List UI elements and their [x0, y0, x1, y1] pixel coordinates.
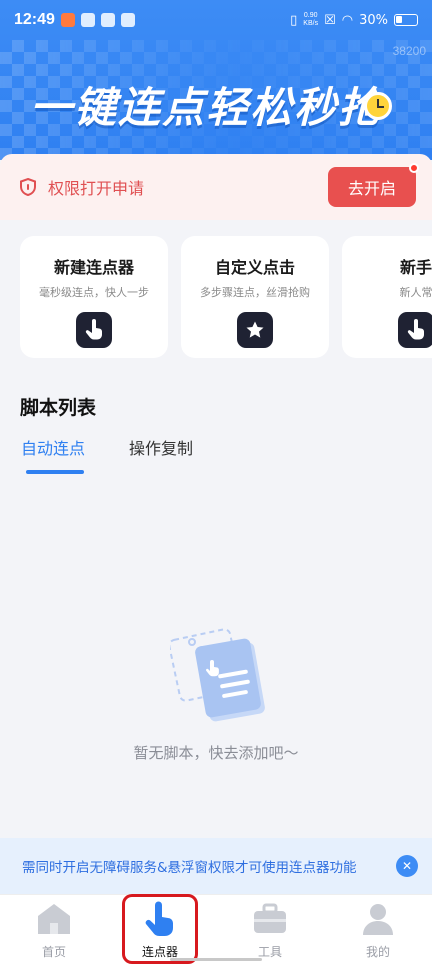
- permission-bar: 权限打开申请 去开启: [0, 154, 432, 220]
- shield-icon: [20, 178, 36, 196]
- card-title: 新建连点器: [53, 258, 134, 277]
- network-speed-unit: KB/s: [303, 20, 319, 27]
- hand-tap-icon: [76, 312, 112, 348]
- nav-item-tools[interactable]: 工具: [235, 901, 305, 960]
- card-title: 新手: [399, 258, 432, 277]
- card-subtitle: 新人常: [399, 286, 432, 299]
- section-title: 脚本列表: [20, 397, 97, 419]
- play-notification-icon: [120, 13, 135, 27]
- card-subtitle: 多步骤连点，丝滑抢购: [200, 286, 310, 299]
- permission-notice: 需同时开启无障碍服务&悬浮窗权限才可使用连点器功能 ✕: [0, 838, 432, 894]
- notification-dot: [409, 163, 419, 173]
- status-bar: 12:49 ▯ 0.90 KB/s ☒ ◠ 30%: [0, 0, 432, 40]
- notice-text: 需同时开启无障碍服务&悬浮窗权限才可使用连点器功能: [22, 860, 357, 876]
- empty-state-illustration: [168, 620, 270, 730]
- nav-item-profile[interactable]: 我的: [343, 901, 413, 960]
- tab-operation-copy[interactable]: 操作复制: [129, 435, 193, 459]
- network-speed-value: 0.90: [303, 12, 318, 19]
- permission-text: 权限打开申请: [48, 179, 145, 198]
- close-icon[interactable]: ✕: [396, 855, 418, 877]
- card-subtitle: 毫秒级连点，快人一步: [39, 286, 149, 299]
- enable-permission-label: 去开启: [347, 179, 396, 198]
- vibrate-icon: ▯: [290, 12, 298, 28]
- profile-icon: [359, 901, 397, 937]
- tab-auto-click[interactable]: 自动连点: [21, 435, 85, 459]
- card-beginner[interactable]: 新手 新人常: [342, 236, 432, 358]
- network-speed: 0.90 KB/s: [303, 12, 318, 28]
- banner-ghost-number: 38200: [392, 44, 426, 58]
- bottom-nav: 首页 连点器 工具 我的: [0, 894, 432, 964]
- card-custom-click[interactable]: 自定义点击 多步骤连点，丝滑抢购: [181, 236, 329, 358]
- nav-item-home[interactable]: 首页: [19, 901, 89, 960]
- wifi-icon: ◠: [341, 12, 354, 28]
- home-icon: [35, 901, 73, 937]
- nav-label: 我的: [365, 945, 390, 959]
- toolbox-icon: [251, 901, 289, 937]
- battery-percent: 30%: [359, 12, 388, 28]
- header-banner: 12:49 ▯ 0.90 KB/s ☒ ◠ 30% 38200 一键连点轻松秒抢: [0, 0, 432, 160]
- highlight-outline: [122, 894, 198, 964]
- nav-label: 首页: [41, 945, 66, 959]
- active-tab-indicator: [26, 470, 84, 474]
- no-sim-icon: ☒: [324, 12, 336, 28]
- calendar-notification-icon: [80, 13, 95, 27]
- hand-tap-icon: [398, 312, 432, 348]
- battery-icon: [394, 14, 418, 26]
- card-new-clicker[interactable]: 新建连点器 毫秒级连点，快人一步: [20, 236, 168, 358]
- card-title: 自定义点击: [214, 258, 295, 277]
- star-icon: [237, 312, 273, 348]
- app-notification-icon: [60, 13, 75, 27]
- status-time: 12:49: [14, 11, 55, 28]
- feature-cards: 新建连点器 毫秒级连点，快人一步 自定义点击 多步骤连点，丝滑抢购 新手 新人常: [0, 220, 432, 380]
- home-indicator: [170, 958, 262, 961]
- enable-permission-button[interactable]: 去开启: [328, 163, 419, 207]
- empty-state-text: 暂无脚本，快去添加吧～: [133, 744, 299, 762]
- mail-notification-icon: [100, 13, 115, 27]
- clock-icon: [364, 92, 392, 120]
- banner-title: 一键连点轻松秒抢: [30, 83, 383, 132]
